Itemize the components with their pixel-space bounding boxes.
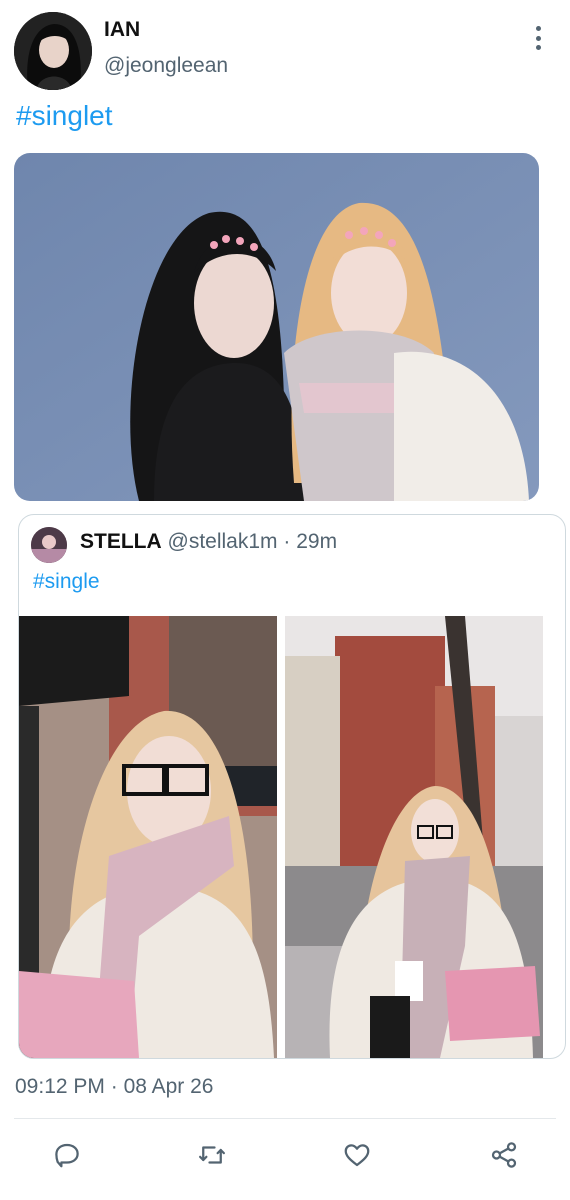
quote-photo-2[interactable] bbox=[285, 616, 543, 1058]
heart-icon bbox=[344, 1144, 370, 1167]
share-icon bbox=[491, 1142, 517, 1168]
more-vertical-icon[interactable] bbox=[526, 24, 550, 52]
quote-time-ago: 29m bbox=[296, 530, 338, 553]
share-button[interactable] bbox=[487, 1138, 521, 1172]
divider bbox=[14, 1118, 556, 1119]
quote-photo-1[interactable] bbox=[19, 616, 277, 1058]
tweet-photo[interactable] bbox=[14, 153, 539, 501]
retweet-icon bbox=[199, 1146, 225, 1164]
more-dot bbox=[535, 45, 541, 50]
author-display-name[interactable]: IAN bbox=[104, 18, 140, 42]
quote-hashtag[interactable]: #single bbox=[33, 570, 100, 594]
quote-separator: · bbox=[283, 530, 291, 553]
meta-separator: · bbox=[110, 1075, 118, 1098]
reply-icon bbox=[55, 1143, 79, 1168]
tweet-date: 08 Apr 26 bbox=[123, 1075, 214, 1098]
author-avatar[interactable] bbox=[14, 12, 92, 90]
author-handle[interactable]: @jeongleean bbox=[104, 54, 228, 78]
tweet-hashtag[interactable]: #singlet bbox=[16, 100, 113, 132]
more-dot bbox=[535, 26, 541, 31]
reply-button[interactable] bbox=[50, 1138, 84, 1172]
quote-author-name[interactable]: STELLA bbox=[80, 530, 162, 553]
tweet-time: 09:12 PM bbox=[15, 1075, 105, 1098]
like-button[interactable] bbox=[340, 1138, 374, 1172]
quote-author-handle[interactable]: @stellak1m bbox=[168, 530, 278, 553]
more-dot bbox=[535, 35, 541, 41]
tweet-meta: 09:12 PM · 08 Apr 26 bbox=[15, 1075, 213, 1099]
retweet-button[interactable] bbox=[195, 1138, 229, 1172]
quote-author-avatar[interactable] bbox=[31, 527, 67, 563]
quote-header: STELLA @stellak1m · 29m bbox=[80, 530, 337, 554]
